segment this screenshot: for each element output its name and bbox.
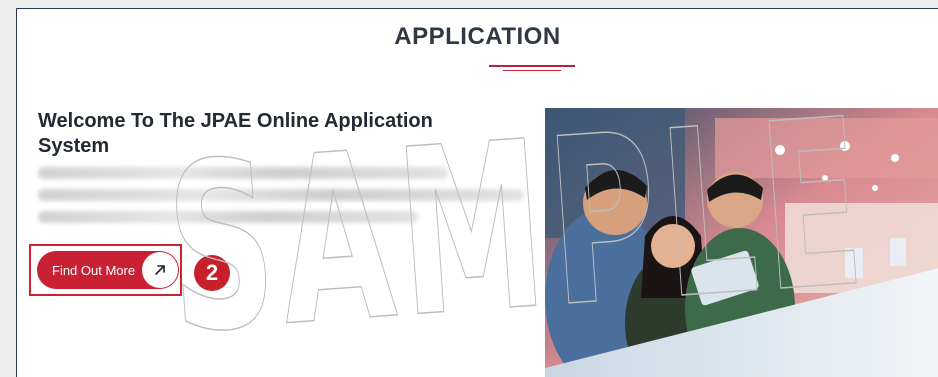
heading-underline: [489, 65, 575, 67]
application-section: APPLICATION Welcome To The JPAE Online A…: [16, 8, 938, 377]
find-out-more-label: Find Out More: [52, 262, 136, 278]
heading-underline-thin: [503, 70, 561, 71]
blurred-line: [38, 211, 418, 223]
welcome-title: Welcome To The JPAE Online Application S…: [38, 110, 433, 157]
blurred-line: [38, 189, 524, 201]
students-at-counter-photo: [545, 108, 938, 377]
blurred-line: [38, 167, 448, 179]
step-number-badge: 2: [194, 255, 230, 291]
find-out-more-button[interactable]: Find Out More: [37, 251, 179, 289]
intro-description-blurred: [38, 167, 524, 233]
section-heading: APPLICATION: [394, 23, 561, 50]
arrow-up-right-icon: [142, 252, 178, 288]
